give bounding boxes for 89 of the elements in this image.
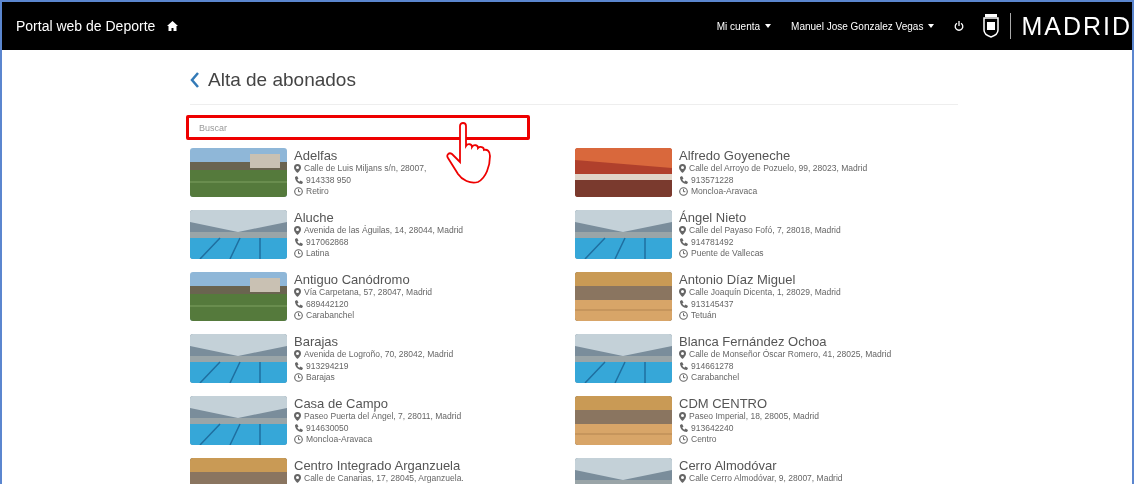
pointing-hand-icon [446,122,494,186]
search-field[interactable]: Buscar [186,115,530,140]
home-icon[interactable] [167,21,179,31]
clock-icon [294,435,303,445]
map-pin-icon [294,474,301,484]
center-name[interactable]: Adelfas [294,148,427,163]
phone-text: 913571228 [691,174,734,186]
address-text: Avenida de las Águilas, 14, 28044, Madrid [304,225,464,237]
district-text: Retiro [306,186,329,198]
address-text: Calle de Canarias, 17, 28045, Arganzuela. [304,473,464,484]
portal-title[interactable]: Portal web de Deporte [16,18,156,34]
center-name[interactable]: CDM CENTRO [679,396,819,411]
phone-icon [294,237,303,247]
center-name[interactable]: Cerro Almodóvar [679,458,843,473]
logo-text: MADRID [1010,13,1132,39]
phone-text: 913145437 [691,298,734,310]
map-pin-icon [294,412,301,422]
clock-icon [679,373,688,383]
phone-icon [294,361,303,371]
center-name[interactable]: Aluche [294,210,464,225]
clock-icon [679,187,688,197]
phone-text: 914338 950 [306,174,351,186]
district-text: Tetuán [691,310,717,322]
phone-text: 913642240 [691,422,734,434]
phone-text: 689442120 [306,298,349,310]
phone-icon [679,237,688,247]
district-text: Puente de Vallecas [691,248,764,260]
back-chevron-icon[interactable] [190,72,200,88]
center-name[interactable]: Antiguo Canódromo [294,272,433,287]
phone-text: 914781492 [691,236,734,248]
address-text: Paseo Puerta del Ángel, 7, 28011, Madrid [304,411,462,423]
phone-icon [679,299,688,309]
address-text: Paseo Imperial, 18, 28005, Madrid [689,411,819,423]
address-text: Avenida de Logroño, 70, 28042, Madrid [304,349,454,361]
district-text: Moncloa-Aravaca [306,434,373,446]
address-text: Calle del Payaso Fofó, 7, 28018, Madrid [689,225,841,237]
page-title: Alta de abonados [208,69,356,91]
center-name[interactable]: Casa de Campo [294,396,462,411]
clock-icon [294,373,303,383]
menu-link[interactable]: Manuel Jose Gonzalez Vegas [791,20,935,32]
map-pin-icon [294,288,301,298]
center-name[interactable]: Blanca Fernández Ochoa [679,334,892,349]
caret-icon [765,24,772,28]
district-text: Carabanchel [306,310,355,322]
phone-text: 914630050 [306,422,349,434]
district-text: Moncloa-Aravaca [691,186,758,198]
menu-link[interactable]: Mi cuenta [716,20,772,32]
map-pin-icon [679,350,686,360]
phone-text: 914661278 [691,360,734,372]
clock-icon [679,311,688,321]
district-text: Centro [691,434,717,446]
address-text: Calle del Arroyo de Pozuelo, 99, 28023, Madrid [689,163,868,175]
center-name[interactable]: Barajas [294,334,454,349]
center-name[interactable]: Antonio Díaz Miguel [679,272,841,287]
address-text: Calle de Monseñor Óscar Romero, 41, 28025, Madrid [689,349,892,361]
map-pin-icon [294,164,301,174]
power-icon[interactable] [954,21,965,31]
phone-text: 913294219 [306,360,349,372]
center-name[interactable]: Centro Integrado Arganzuela [294,458,464,473]
phone-icon [294,423,303,433]
map-pin-icon [679,412,686,422]
map-pin-icon [294,226,301,236]
district-text: Carabanchel [691,372,740,384]
map-pin-icon [679,226,686,236]
clock-icon [679,249,688,259]
address-text: Calle Joaquín Dicenta, 1, 28029, Madrid [689,287,841,299]
map-pin-icon [679,474,686,484]
clock-icon [294,311,303,321]
phone-icon [679,175,688,185]
clock-icon [294,249,303,259]
phone-icon [294,299,303,309]
center-name[interactable]: Alfredo Goyeneche [679,148,868,163]
crest-icon [982,14,1001,38]
address-text: Vía Carpetana, 57, 28047, Madrid [304,287,433,299]
caret-icon [928,24,935,28]
district-text: Barajas [306,372,335,384]
center-name[interactable]: Ángel Nieto [679,210,841,225]
clock-icon [294,187,303,197]
clock-icon [679,435,688,445]
district-text: Latina [306,248,330,260]
map-pin-icon [679,288,686,298]
address-text: Calle de Luis Miljans s/n, 28007, [304,163,427,175]
map-pin-icon [294,350,301,360]
phone-icon [679,423,688,433]
phone-icon [294,175,303,185]
address-text: Calle Cerro Almodóvar, 9, 28007, Madrid [689,473,843,484]
phone-icon [679,361,688,371]
map-pin-icon [679,164,686,174]
phone-text: 917062868 [306,236,349,248]
